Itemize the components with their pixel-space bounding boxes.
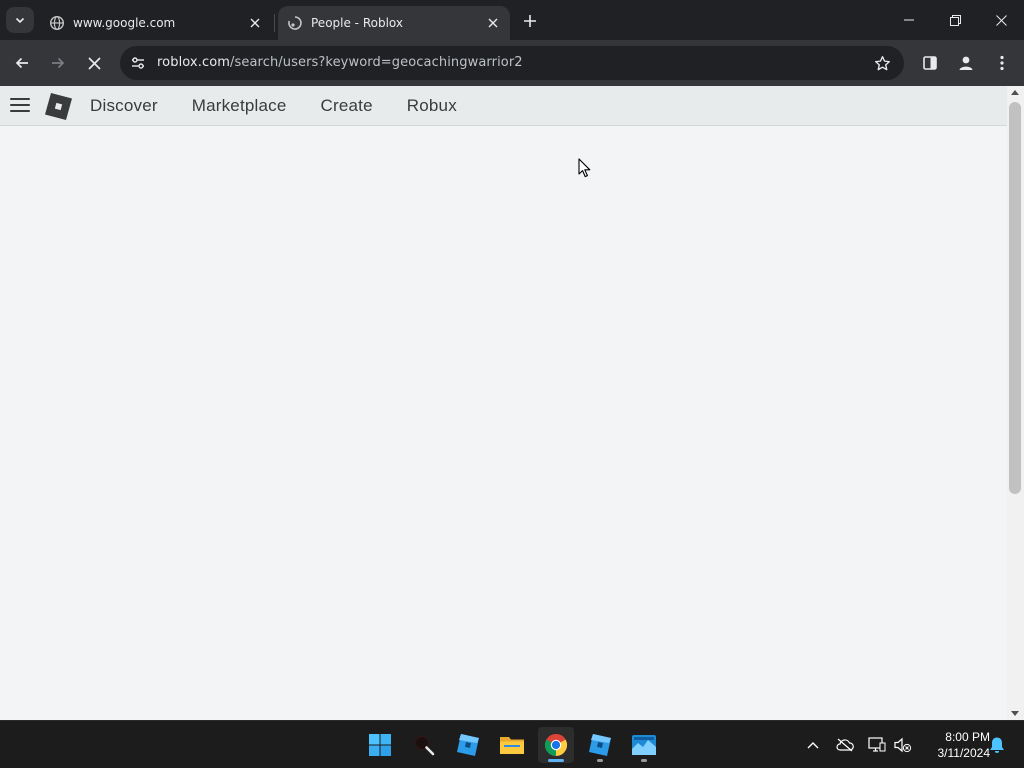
- nav-create[interactable]: Create: [321, 96, 373, 116]
- scrollbar-thumb[interactable]: [1009, 102, 1021, 494]
- plus-icon: [524, 15, 536, 27]
- taskbar-roblox-player[interactable]: [582, 727, 618, 763]
- show-hidden-icons-button[interactable]: [803, 735, 823, 755]
- search-button[interactable]: [406, 727, 442, 763]
- bookmark-star-icon[interactable]: [872, 53, 892, 73]
- forward-button[interactable]: [44, 49, 72, 77]
- close-icon: [87, 56, 101, 70]
- page-viewport: Discover Marketplace Create Robux: [0, 86, 1024, 720]
- nav-discover[interactable]: Discover: [90, 96, 158, 116]
- taskbar-file-explorer[interactable]: [494, 727, 530, 763]
- bell-icon: [990, 737, 1004, 753]
- volume-tray-icon[interactable]: [893, 735, 913, 755]
- more-vertical-icon: [1000, 55, 1004, 71]
- address-bar[interactable]: roblox.com/search/users?keyword=geocachi…: [120, 46, 904, 80]
- search-icon: [415, 736, 435, 756]
- url-domain: roblox.com: [157, 55, 231, 70]
- start-button[interactable]: [362, 727, 398, 763]
- windows-logo-icon: [369, 734, 391, 756]
- notifications-button[interactable]: [987, 735, 1007, 755]
- tab-strip: www.google.com People - Roblox: [0, 0, 1024, 40]
- arrow-right-icon: [52, 57, 65, 69]
- minimize-icon: [904, 19, 914, 21]
- header-nav: Discover Marketplace Create Robux: [90, 86, 491, 126]
- taskbar-photos[interactable]: [626, 727, 662, 763]
- minimize-button[interactable]: [886, 0, 932, 40]
- close-tab-icon[interactable]: [484, 14, 502, 32]
- focused-indicator: [548, 759, 564, 762]
- scroll-up-arrow-icon[interactable]: [1011, 90, 1019, 95]
- page-scrollbar[interactable]: [1007, 86, 1024, 720]
- scroll-down-arrow-icon[interactable]: [1011, 711, 1019, 716]
- loading-spinner-icon: [287, 15, 303, 31]
- roblox-logo[interactable]: [45, 93, 72, 120]
- chevron-down-icon: [15, 17, 25, 24]
- network-tray-icon[interactable]: [867, 735, 887, 755]
- taskbar-chrome[interactable]: [538, 727, 574, 763]
- hamburger-menu-icon[interactable]: [10, 98, 30, 114]
- taskbar-roblox-studio[interactable]: [450, 727, 486, 763]
- arrow-left-icon: [15, 57, 28, 69]
- new-tab-button[interactable]: [518, 9, 542, 33]
- onedrive-tray-icon[interactable]: [835, 735, 855, 755]
- cloud-offline-icon: [836, 738, 854, 752]
- chrome-menu-button[interactable]: [988, 49, 1016, 77]
- volume-muted-icon: [894, 737, 912, 753]
- side-panel-icon: [923, 56, 937, 70]
- photos-icon: [632, 735, 656, 755]
- tab-title: People - Roblox: [311, 16, 403, 30]
- roblox-studio-icon: [457, 734, 479, 756]
- system-clock[interactable]: 8:00 PM 3/11/2024: [918, 729, 991, 761]
- close-tab-icon[interactable]: [246, 14, 264, 32]
- tab-title: www.google.com: [73, 16, 176, 30]
- restore-icon: [949, 14, 961, 26]
- side-panel-button[interactable]: [916, 49, 944, 77]
- url-text: roblox.com/search/users?keyword=geocachi…: [157, 55, 523, 70]
- running-indicator: [641, 759, 647, 762]
- chevron-up-icon: [807, 742, 819, 749]
- profile-button[interactable]: [952, 49, 980, 77]
- nav-robux[interactable]: Robux: [407, 96, 457, 116]
- roblox-header: Discover Marketplace Create Robux: [0, 86, 1007, 126]
- globe-icon: [49, 15, 65, 31]
- tab-search-button[interactable]: [6, 7, 34, 33]
- folder-icon: [500, 737, 524, 754]
- tab-google[interactable]: www.google.com: [40, 6, 272, 40]
- running-indicator: [597, 759, 603, 762]
- site-settings-icon[interactable]: [126, 51, 150, 75]
- close-icon: [995, 14, 1007, 26]
- mouse-cursor-icon: [578, 158, 591, 178]
- tab-roblox-people[interactable]: People - Roblox: [278, 6, 510, 40]
- restore-button[interactable]: [932, 0, 978, 40]
- chrome-icon: [544, 733, 568, 756]
- roblox-studio-icon: [589, 734, 611, 756]
- browser-toolbar: roblox.com/search/users?keyword=geocachi…: [0, 40, 1024, 86]
- profile-icon: [959, 56, 973, 70]
- network-icon: [868, 737, 886, 752]
- tab-separator: [274, 14, 275, 32]
- clock-date: 3/11/2024: [937, 746, 991, 760]
- back-button[interactable]: [8, 49, 36, 77]
- stop-loading-button[interactable]: [80, 49, 108, 77]
- url-path: /search/users?keyword=geocachingwarrior2: [230, 55, 523, 70]
- nav-marketplace[interactable]: Marketplace: [192, 96, 287, 116]
- clock-time: 8:00 PM: [945, 730, 990, 744]
- windows-taskbar: 8:00 PM 3/11/2024: [0, 720, 1024, 768]
- close-window-button[interactable]: [978, 0, 1024, 40]
